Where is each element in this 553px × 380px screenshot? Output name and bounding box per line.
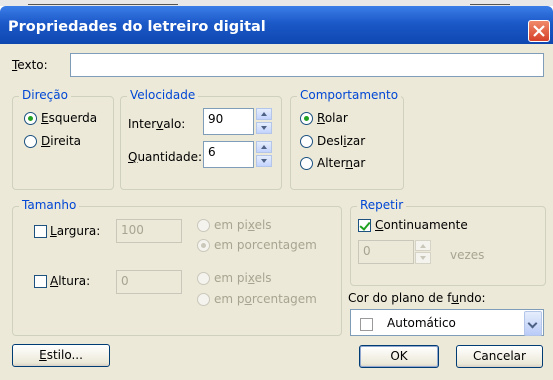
spin-up-icon[interactable] xyxy=(256,108,272,120)
comportamento-group-title: Comportamento xyxy=(297,88,402,102)
dialog-window: Propriedades do letreiro digital Texto: … xyxy=(0,0,553,380)
tamanho-group-title: Tamanho xyxy=(19,198,80,212)
comportamento-deslizar-radio[interactable] xyxy=(300,135,313,148)
altura-em-porcentagem-radio[interactable] xyxy=(197,293,210,306)
continuamente-checkbox[interactable] xyxy=(358,219,371,232)
cor-selected-value: Automático xyxy=(387,316,456,330)
continuamente-label[interactable]: Continuamente xyxy=(375,218,468,232)
close-icon xyxy=(533,25,545,37)
spin-up-icon[interactable] xyxy=(415,240,431,251)
texto-label: Texto: xyxy=(12,58,48,72)
direcao-direita-radio[interactable] xyxy=(24,135,37,148)
quantidade-spinner[interactable] xyxy=(256,141,272,168)
direcao-esquerda-label[interactable]: Esquerda xyxy=(41,111,97,125)
ok-button[interactable]: OK xyxy=(359,345,439,368)
largura-em-porcentagem-radio[interactable] xyxy=(197,239,210,252)
title-bar[interactable]: Propriedades do letreiro digital xyxy=(0,6,553,44)
quantidade-input[interactable]: 6 xyxy=(203,141,254,168)
estilo-button[interactable]: Estilo... xyxy=(12,344,110,367)
cancelar-button[interactable]: Cancelar xyxy=(456,345,543,368)
largura-em-pixels-radio[interactable] xyxy=(197,219,210,232)
intervalo-spinner[interactable] xyxy=(256,108,272,135)
cor-label: Cor do plano de fundo: xyxy=(348,291,486,305)
altura-em-pixels-radio[interactable] xyxy=(197,272,210,285)
spin-down-icon[interactable] xyxy=(256,155,272,167)
comportamento-rolar-label[interactable]: Rolar xyxy=(317,111,348,125)
cor-select[interactable]: Automático xyxy=(350,309,544,336)
intervalo-label: Intervalo: xyxy=(128,117,186,131)
largura-input[interactable]: 100 xyxy=(116,219,182,243)
dialog-body: Texto: Direção Esquerda Direita Velocida… xyxy=(0,44,553,380)
close-button[interactable] xyxy=(528,20,550,42)
spin-up-icon[interactable] xyxy=(256,141,272,153)
comportamento-alternar-label[interactable]: Alternar xyxy=(317,156,365,170)
dialog-title: Propriedades do letreiro digital xyxy=(8,19,266,35)
intervalo-input[interactable]: 90 xyxy=(203,108,254,135)
largura-em-porcentagem-label[interactable]: em porcentagem xyxy=(214,238,317,252)
quantidade-label: Quantidade: xyxy=(128,150,203,164)
altura-label[interactable]: Altura: xyxy=(50,274,90,288)
chevron-down-icon[interactable] xyxy=(524,311,542,336)
color-swatch-icon xyxy=(360,318,373,331)
comportamento-alternar-radio[interactable] xyxy=(300,157,313,170)
altura-em-pixels-label[interactable]: em pixels xyxy=(214,271,272,285)
spin-down-icon[interactable] xyxy=(415,252,431,264)
largura-checkbox[interactable] xyxy=(34,225,47,238)
comportamento-rolar-radio[interactable] xyxy=(300,112,313,125)
velocidade-group-title: Velocidade xyxy=(127,88,199,102)
largura-label[interactable]: Largura: xyxy=(50,224,100,238)
vezes-label: vezes xyxy=(450,248,485,262)
repetir-count-input[interactable]: 0 xyxy=(358,240,414,264)
direcao-group-title: Direção xyxy=(19,88,71,102)
largura-em-pixels-label[interactable]: em pixels xyxy=(214,218,272,232)
repetir-group-title: Repetir xyxy=(357,198,407,212)
altura-checkbox[interactable] xyxy=(34,275,47,288)
altura-em-porcentagem-label[interactable]: em porcentagem xyxy=(214,292,317,306)
spin-down-icon[interactable] xyxy=(256,122,272,134)
direcao-esquerda-radio[interactable] xyxy=(24,112,37,125)
altura-input[interactable]: 0 xyxy=(116,270,182,294)
repetir-count-spinner[interactable] xyxy=(415,240,431,264)
direcao-direita-label[interactable]: Direita xyxy=(41,134,81,148)
texto-input[interactable] xyxy=(70,53,544,77)
comportamento-deslizar-label[interactable]: Deslizar xyxy=(317,134,365,148)
